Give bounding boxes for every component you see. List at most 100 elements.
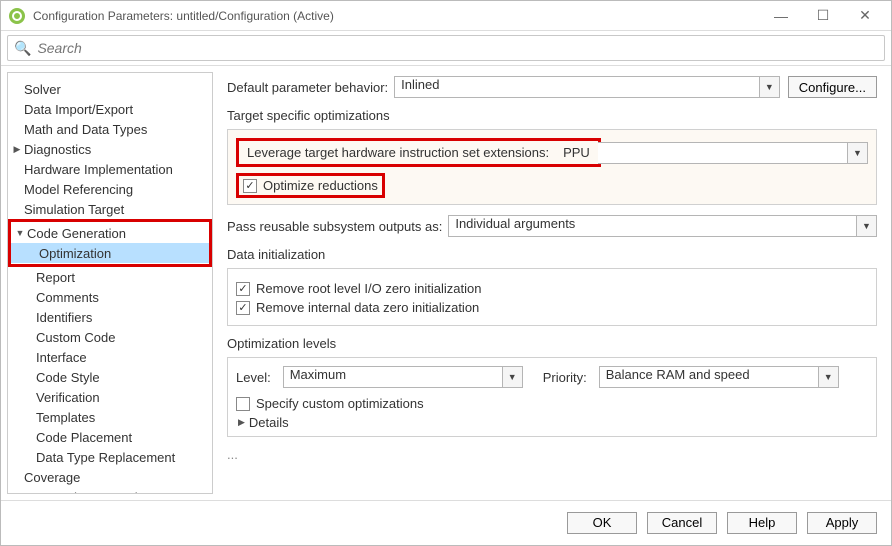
opt-levels-group: Level: Maximum ▼ Priority: Balance RAM a… [227,357,877,437]
tree-node-verification[interactable]: Verification [8,387,212,407]
priority-combo[interactable]: Balance RAM and speed ▼ [599,366,868,388]
dialog-footer: OK Cancel Help Apply [1,500,891,544]
default-behavior-label: Default parameter behavior: [227,80,388,95]
chevron-right-icon[interactable]: ▶ [12,144,22,155]
leverage-combo[interactable]: ▼ [598,142,868,164]
default-behavior-value: Inlined [394,76,760,98]
tree-node-label: Solver [24,82,61,97]
tree-node-label: Comments [36,290,99,305]
optimize-reductions-checkbox[interactable]: ✓ [243,179,257,193]
tree-node-code-style[interactable]: Code Style [8,367,212,387]
tree-node-templates[interactable]: Templates [8,407,212,427]
tree-node-label: Code Style [36,370,100,385]
chevron-down-icon[interactable]: ▼ [15,228,25,238]
chevron-down-icon[interactable]: ▼ [503,366,523,388]
target-group: Leverage target hardware instruction set… [227,129,877,205]
tree-node-label: Model Referencing [24,182,133,197]
tree-node-identifiers[interactable]: Identifiers [8,307,212,327]
tree-node-code-generation[interactable]: ▼Code Generation [11,223,209,243]
main-panel: Default parameter behavior: Inlined ▼ Co… [213,66,891,500]
tree-node-label: Code Generation [27,226,126,241]
tree-node-label: Report [36,270,75,285]
tree-node-label: Interface [36,350,87,365]
tree-node-report[interactable]: Report [8,267,212,287]
apply-button[interactable]: Apply [807,512,877,534]
title-bar: Configuration Parameters: untitled/Confi… [1,1,891,31]
tree-node-simulation-target[interactable]: Simulation Target [8,199,212,219]
minimize-button[interactable]: — [769,4,793,28]
optimize-reductions-label: Optimize reductions [263,178,378,193]
chevron-down-icon[interactable]: ▼ [760,76,780,98]
code-gen-highlight: ▼Code Generation Optimization [8,219,212,267]
remove-internal-checkbox[interactable]: ✓ [236,301,250,315]
tree-node-hdl-code-generation[interactable]: ▶HDL Code Generation [8,487,212,494]
window-buttons: — ☐ ✕ [769,4,877,28]
tree-node-label: Coverage [24,470,80,485]
leverage-label: Leverage target hardware instruction set… [243,143,553,162]
tree-node-custom-code[interactable]: Custom Code [8,327,212,347]
tree-node-data-import-export[interactable]: Data Import/Export [8,99,212,119]
leverage-value: PPU [559,145,594,160]
chevron-down-icon[interactable]: ▼ [819,366,839,388]
priority-label: Priority: [543,370,587,385]
tree-node-diagnostics[interactable]: ▶Diagnostics [8,139,212,159]
tree-node-label: Templates [36,410,95,425]
tree-node-label: Math and Data Types [24,122,147,137]
level-label: Level: [236,370,271,385]
tree-node-label: Optimization [39,246,111,261]
tree-node-label: Diagnostics [24,142,91,157]
details-label: Details [249,415,289,430]
cancel-button[interactable]: Cancel [647,512,717,534]
close-button[interactable]: ✕ [853,4,877,28]
tree-node-label: Hardware Implementation [24,162,173,177]
data-init-group: ✓ Remove root level I/O zero initializat… [227,268,877,326]
leverage-highlight: Leverage target hardware instruction set… [236,138,601,167]
target-section-title: Target specific optimizations [227,108,877,123]
priority-value: Balance RAM and speed [599,366,819,388]
tree-node-label: Data Import/Export [24,102,133,117]
pass-reusable-combo[interactable]: Individual arguments ▼ [448,215,877,237]
chevron-down-icon[interactable]: ▼ [848,142,868,164]
specify-custom-checkbox[interactable] [236,397,250,411]
tree-node-label: Custom Code [36,330,115,345]
chevron-right-icon[interactable]: ▶ [12,492,22,495]
help-button[interactable]: Help [727,512,797,534]
more-indicator: ... [227,447,877,462]
level-combo[interactable]: Maximum ▼ [283,366,523,388]
tree-node-comments[interactable]: Comments [8,287,212,307]
tree-node-coverage[interactable]: Coverage [8,467,212,487]
pass-reusable-label: Pass reusable subsystem outputs as: [227,219,442,234]
specify-custom-label: Specify custom optimizations [256,396,424,411]
tree-node-label: Verification [36,390,100,405]
maximize-button[interactable]: ☐ [811,4,835,28]
tree-node-label: Code Placement [36,430,132,445]
remove-root-checkbox[interactable]: ✓ [236,282,250,296]
tree-node-code-placement[interactable]: Code Placement [8,427,212,447]
details-expander[interactable]: ▶ Details [238,415,868,430]
chevron-down-icon[interactable]: ▼ [857,215,877,237]
default-behavior-combo[interactable]: Inlined ▼ [394,76,780,98]
tree-node-label: HDL Code Generation [24,490,152,495]
pass-reusable-value: Individual arguments [448,215,857,237]
ok-button[interactable]: OK [567,512,637,534]
tree-node-label: Identifiers [36,310,92,325]
configure-button[interactable]: Configure... [788,76,877,98]
category-tree[interactable]: Solver Data Import/Export Math and Data Ty… [7,72,213,494]
tree-node-math-and-data-types[interactable]: Math and Data Types [8,119,212,139]
tree-node-label: Data Type Replacement [36,450,175,465]
remove-root-label: Remove root level I/O zero initializatio… [256,281,481,296]
search-box[interactable]: 🔍 [7,35,885,61]
tree-node-model-referencing[interactable]: Model Referencing [8,179,212,199]
data-init-title: Data initialization [227,247,877,262]
tree-node-hardware-implementation[interactable]: Hardware Implementation [8,159,212,179]
search-row: 🔍 [1,31,891,66]
app-icon [9,8,25,24]
tree-node-interface[interactable]: Interface [8,347,212,367]
tree-node-optimization[interactable]: Optimization [11,243,209,263]
tree-node-data-type-replacement[interactable]: Data Type Replacement [8,447,212,467]
chevron-right-icon: ▶ [238,417,245,428]
tree-node-solver[interactable]: Solver [8,79,212,99]
opt-levels-title: Optimization levels [227,336,877,351]
window-title: Configuration Parameters: untitled/Confi… [33,9,769,23]
search-input[interactable] [37,40,878,56]
